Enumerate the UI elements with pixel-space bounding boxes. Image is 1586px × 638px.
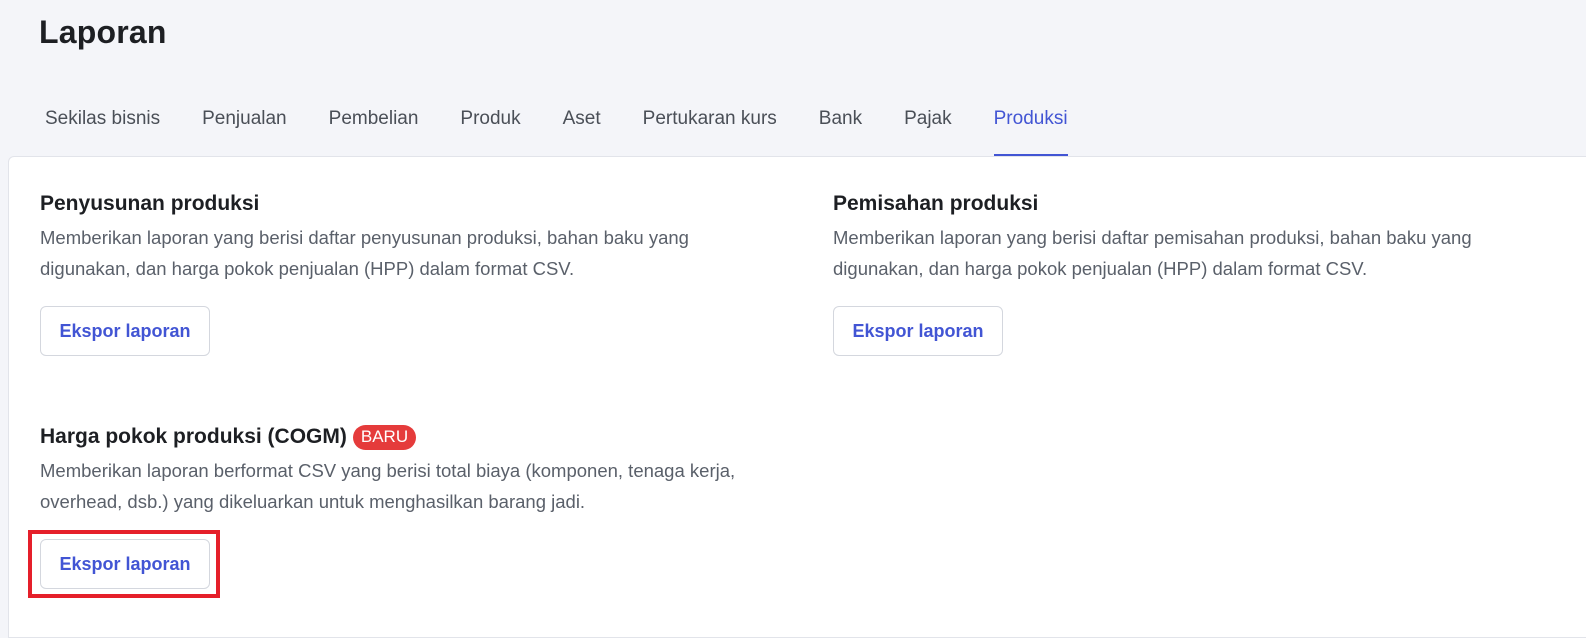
section-description: Memberikan laporan yang berisi daftar pe… bbox=[833, 227, 1472, 279]
section-title: Harga pokok produksi (COGM) bbox=[40, 425, 347, 448]
section-description: Memberikan laporan yang berisi daftar pe… bbox=[40, 227, 689, 279]
section-title: Pemisahan produksi bbox=[833, 192, 1039, 215]
tab-aset[interactable]: Aset bbox=[542, 88, 622, 150]
tab-pertukaran-kurs[interactable]: Pertukaran kurs bbox=[622, 88, 798, 150]
tab-produk[interactable]: Produk bbox=[439, 88, 541, 150]
tab-penjualan[interactable]: Penjualan bbox=[181, 88, 308, 150]
export-cogm-button[interactable]: Ekspor laporan bbox=[40, 539, 210, 589]
tab-sekilas-bisnis[interactable]: Sekilas bisnis bbox=[24, 88, 181, 150]
page-title: Laporan bbox=[39, 14, 167, 50]
export-assembly-button[interactable]: Ekspor laporan bbox=[40, 306, 210, 356]
section-cogm: Harga pokok produksi (COGM) BARU Memberi… bbox=[40, 421, 770, 589]
export-disassembly-button[interactable]: Ekspor laporan bbox=[833, 306, 1003, 356]
section-title-row: Harga pokok produksi (COGM) BARU bbox=[40, 421, 770, 453]
new-badge: BARU bbox=[352, 424, 417, 450]
section-title: Penyusunan produksi bbox=[40, 192, 260, 215]
tab-produksi[interactable]: Produksi bbox=[973, 88, 1089, 156]
report-tabs: Sekilas bisnis Penjualan Pembelian Produ… bbox=[24, 88, 1089, 156]
section-disassembly: Pemisahan produksi Memberikan laporan ya… bbox=[833, 188, 1563, 356]
tab-bank[interactable]: Bank bbox=[798, 88, 883, 150]
section-assembly: Penyusunan produksi Memberikan laporan y… bbox=[40, 188, 770, 356]
tab-pajak[interactable]: Pajak bbox=[883, 88, 973, 150]
tab-pembelian[interactable]: Pembelian bbox=[308, 88, 440, 150]
section-description: Memberikan laporan berformat CSV yang be… bbox=[40, 460, 736, 512]
